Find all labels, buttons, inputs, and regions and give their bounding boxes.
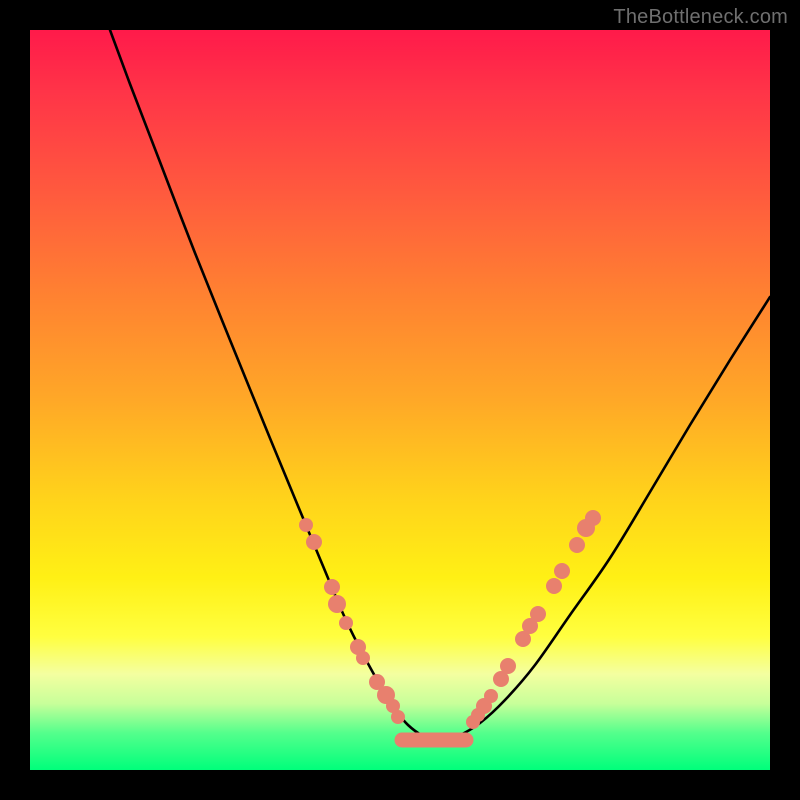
data-marker: [339, 616, 353, 630]
data-marker: [324, 579, 340, 595]
data-marker: [500, 658, 516, 674]
data-marker: [306, 534, 322, 550]
data-marker: [356, 651, 370, 665]
data-marker: [585, 510, 601, 526]
data-marker: [546, 578, 562, 594]
marker-cluster-left: [299, 518, 405, 724]
marker-cluster-right: [466, 510, 601, 729]
data-marker: [530, 606, 546, 622]
data-marker: [391, 710, 405, 724]
data-marker: [569, 537, 585, 553]
data-marker: [299, 518, 313, 532]
data-marker: [484, 689, 498, 703]
data-marker: [328, 595, 346, 613]
data-marker: [554, 563, 570, 579]
chart-frame: TheBottleneck.com: [0, 0, 800, 800]
curve-layer: [30, 30, 770, 770]
bottleneck-curve: [110, 30, 770, 742]
plot-area: [30, 30, 770, 770]
watermark-text: TheBottleneck.com: [613, 6, 788, 29]
